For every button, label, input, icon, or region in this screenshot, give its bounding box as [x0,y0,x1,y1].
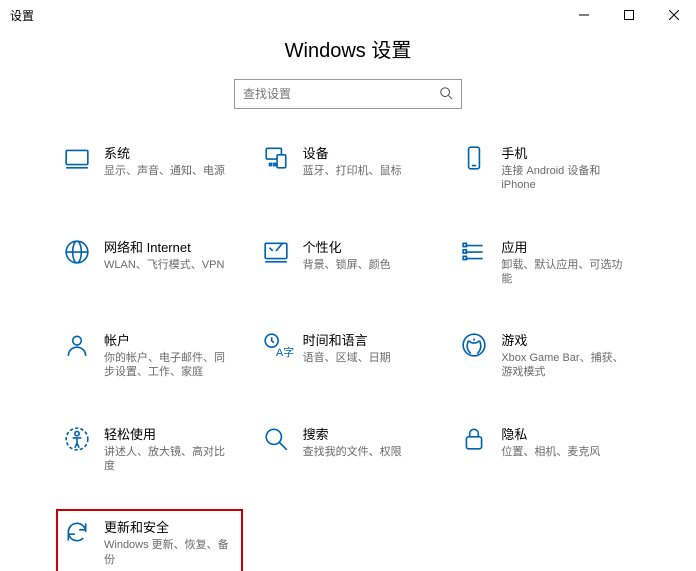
search-category-icon [261,424,291,454]
tile-title: 隐私 [501,424,600,443]
tile-title: 游戏 [501,330,631,349]
tile-desc: 你的帐户、电子邮件、同步设置、工作、家庭 [104,351,234,380]
tile-title: 时间和语言 [303,330,391,349]
tile-title: 系统 [104,143,225,162]
svg-text:A字: A字 [276,345,294,359]
tile-desc: 显示、声音、通知、电源 [104,164,225,178]
tile-desc: 讲述人、放大镜、高对比度 [104,445,234,474]
tile-desc: 位置、相机、麦克风 [501,445,600,459]
window-title: 设置 [10,7,34,24]
maximize-button[interactable] [606,0,651,30]
page-title: Windows 设置 [0,34,696,63]
tile-title: 手机 [501,143,631,162]
devices-icon [261,143,291,173]
page-header: Windows 设置 [0,34,696,63]
network-icon [62,237,92,267]
tile-gaming[interactable]: 游戏 Xbox Game Bar、捕获、游戏模式 [457,326,636,384]
apps-icon [459,237,489,267]
tile-title: 帐户 [104,330,234,349]
close-button[interactable] [651,0,696,30]
tile-title: 网络和 Internet [104,237,224,256]
tile-title: 轻松使用 [104,424,234,443]
tile-desc: WLAN、飞行模式、VPN [104,258,224,272]
tile-title: 更新和安全 [104,517,234,536]
tile-apps[interactable]: 应用 卸载、默认应用、可选功能 [457,233,636,291]
tile-update-security[interactable]: 更新和安全 Windows 更新、恢复、备份 [60,513,239,571]
tile-desc: 语音、区域、日期 [303,351,391,365]
tile-title: 应用 [501,237,631,256]
settings-grid: 系统 显示、声音、通知、电源 设备 蓝牙、打印机、鼠标 手机 连接 Androi… [60,139,636,571]
tile-desc: 查找我的文件、权限 [303,445,402,459]
gaming-icon [459,330,489,360]
phone-icon [459,143,489,173]
system-icon [62,143,92,173]
tile-privacy[interactable]: 隐私 位置、相机、麦克风 [457,420,636,478]
tile-phone[interactable]: 手机 连接 Android 设备和 iPhone [457,139,636,197]
tile-desc: Windows 更新、恢复、备份 [104,538,234,567]
minimize-button[interactable] [561,0,606,30]
tile-title: 个性化 [303,237,391,256]
tile-search[interactable]: 搜索 查找我的文件、权限 [259,420,438,478]
tile-time-language[interactable]: A字 时间和语言 语音、区域、日期 [259,326,438,384]
tile-system[interactable]: 系统 显示、声音、通知、电源 [60,139,239,197]
window-titlebar: 设置 [0,0,696,30]
tile-desc: Xbox Game Bar、捕获、游戏模式 [501,351,631,380]
tile-network[interactable]: 网络和 Internet WLAN、飞行模式、VPN [60,233,239,291]
search-icon [439,86,453,103]
tile-personalization[interactable]: 个性化 背景、锁屏、颜色 [259,233,438,291]
personalization-icon [261,237,291,267]
update-security-icon [62,517,92,547]
tile-desc: 卸载、默认应用、可选功能 [501,258,631,287]
search-box[interactable] [234,79,462,109]
accounts-icon [62,330,92,360]
privacy-icon [459,424,489,454]
tile-title: 搜索 [303,424,402,443]
time-language-icon: A字 [261,330,291,360]
search-input[interactable] [243,87,439,101]
tile-devices[interactable]: 设备 蓝牙、打印机、鼠标 [259,139,438,197]
tile-title: 设备 [303,143,402,162]
tile-accounts[interactable]: 帐户 你的帐户、电子邮件、同步设置、工作、家庭 [60,326,239,384]
tile-desc: 连接 Android 设备和 iPhone [501,164,631,193]
ease-of-access-icon [62,424,92,454]
window-controls [561,0,696,30]
tile-desc: 蓝牙、打印机、鼠标 [303,164,402,178]
tile-desc: 背景、锁屏、颜色 [303,258,391,272]
tile-ease-of-access[interactable]: 轻松使用 讲述人、放大镜、高对比度 [60,420,239,478]
